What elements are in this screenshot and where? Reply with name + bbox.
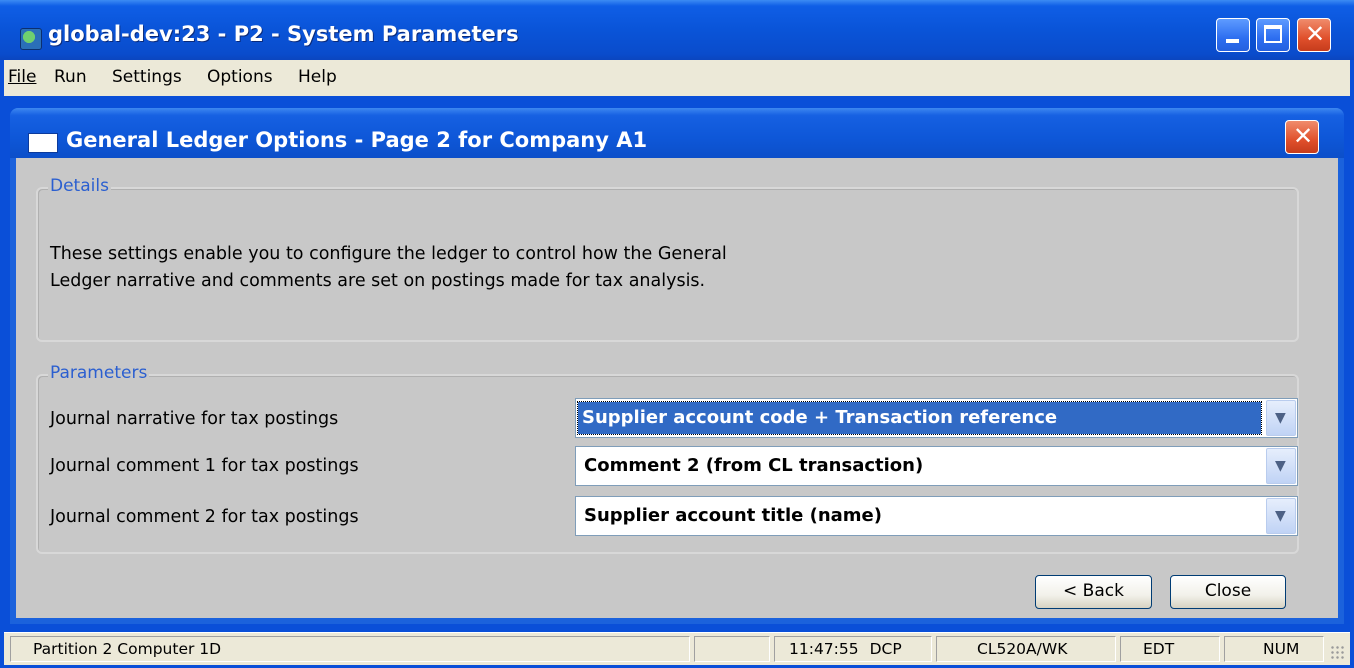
dialog-title: General Ledger Options - Page 2 for Comp… (66, 128, 648, 152)
app-globe-icon[interactable] (20, 28, 42, 50)
close-icon: ✕ (1305, 20, 1326, 48)
chevron-down-icon: ▼ (1275, 410, 1286, 426)
status-location: Partition 2 Computer 1D (10, 636, 690, 662)
status-blank-pane (694, 636, 770, 662)
journal-comment1-label: Journal comment 1 for tax postings (50, 456, 359, 476)
window-icon (28, 133, 58, 153)
status-time-pane: 11:47:55 DCP (774, 636, 932, 662)
chevron-down-icon: ▼ (1275, 458, 1286, 474)
resize-grip-icon[interactable] (1330, 645, 1344, 659)
details-text: These settings enable you to configure t… (50, 241, 950, 295)
status-num: NUM (1224, 636, 1324, 662)
journal-narrative-dropdown-button[interactable]: ▼ (1266, 400, 1296, 436)
journal-comment2-label: Journal comment 2 for tax postings (50, 507, 359, 527)
details-line-2: Ledger narrative and comments are set on… (50, 271, 706, 291)
menu-options[interactable]: Options (207, 67, 273, 87)
journal-comment2-value: Supplier account title (name) (584, 505, 882, 526)
journal-narrative-value: Supplier account code + Transaction refe… (577, 401, 1262, 435)
journal-comment1-select[interactable]: Comment 2 (from CL transaction) ▼ (575, 446, 1298, 486)
journal-narrative-select[interactable]: Supplier account code + Transaction refe… (575, 398, 1298, 438)
maximize-icon (1264, 25, 1282, 43)
menu-help[interactable]: Help (298, 67, 337, 87)
journal-comment1-dropdown-button[interactable]: ▼ (1266, 448, 1296, 484)
minimize-icon (1226, 39, 1239, 43)
parameters-heading: Parameters (48, 363, 150, 383)
maximize-button[interactable] (1256, 18, 1290, 52)
journal-comment2-dropdown-button[interactable]: ▼ (1266, 498, 1296, 534)
minimize-button[interactable] (1216, 18, 1250, 52)
menu-run[interactable]: Run (54, 67, 87, 87)
menu-file[interactable]: File (8, 67, 36, 87)
window-title: global-dev:23 - P2 - System Parameters (48, 22, 519, 46)
app-window: global-dev:23 - P2 - System Parameters ✕… (0, 0, 1354, 668)
menubar: File Run Settings Options Help (4, 60, 1350, 96)
close-icon: ✕ (1293, 122, 1314, 150)
status-edit: EDT (1120, 636, 1220, 662)
details-line-1: These settings enable you to configure t… (50, 244, 727, 264)
details-heading: Details (48, 176, 111, 196)
dialog-close-button[interactable]: ✕ (1285, 120, 1319, 154)
close-button[interactable]: Close (1170, 575, 1286, 609)
status-time: 11:47:55 (789, 640, 859, 658)
status-mode: DCP (869, 640, 902, 658)
chevron-down-icon: ▼ (1275, 508, 1286, 524)
statusbar: Partition 2 Computer 1D 11:47:55 DCP CL5… (4, 632, 1350, 665)
journal-narrative-label: Journal narrative for tax postings (50, 409, 339, 429)
journal-comment2-select[interactable]: Supplier account title (name) ▼ (575, 496, 1298, 536)
journal-comment1-value: Comment 2 (from CL transaction) (584, 455, 924, 476)
menu-settings[interactable]: Settings (112, 67, 182, 87)
back-button[interactable]: < Back (1035, 575, 1152, 609)
window-close-button[interactable]: ✕ (1297, 18, 1331, 52)
status-program: CL520A/WK (936, 636, 1116, 662)
